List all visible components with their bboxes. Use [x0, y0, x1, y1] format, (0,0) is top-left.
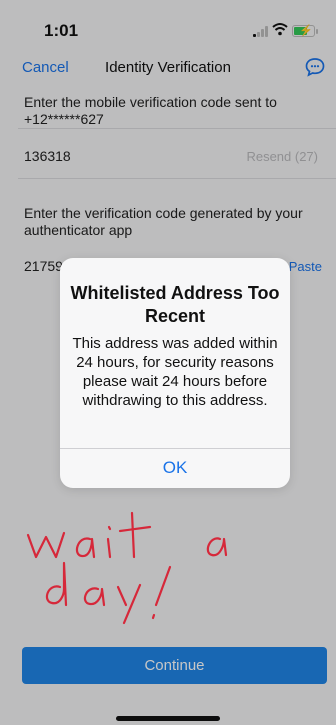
ok-button[interactable]: OK [60, 448, 290, 488]
app-screen: 1:01 ⚡ Cancel Identity Verification Ente… [0, 0, 336, 725]
alert-dialog: Whitelisted Address Too Recent This addr… [60, 258, 290, 488]
alert-title: Whitelisted Address Too Recent [70, 283, 280, 326]
handwritten-annotation [20, 505, 250, 630]
alert-message: This address was added within 24 hours, … [72, 335, 278, 409]
